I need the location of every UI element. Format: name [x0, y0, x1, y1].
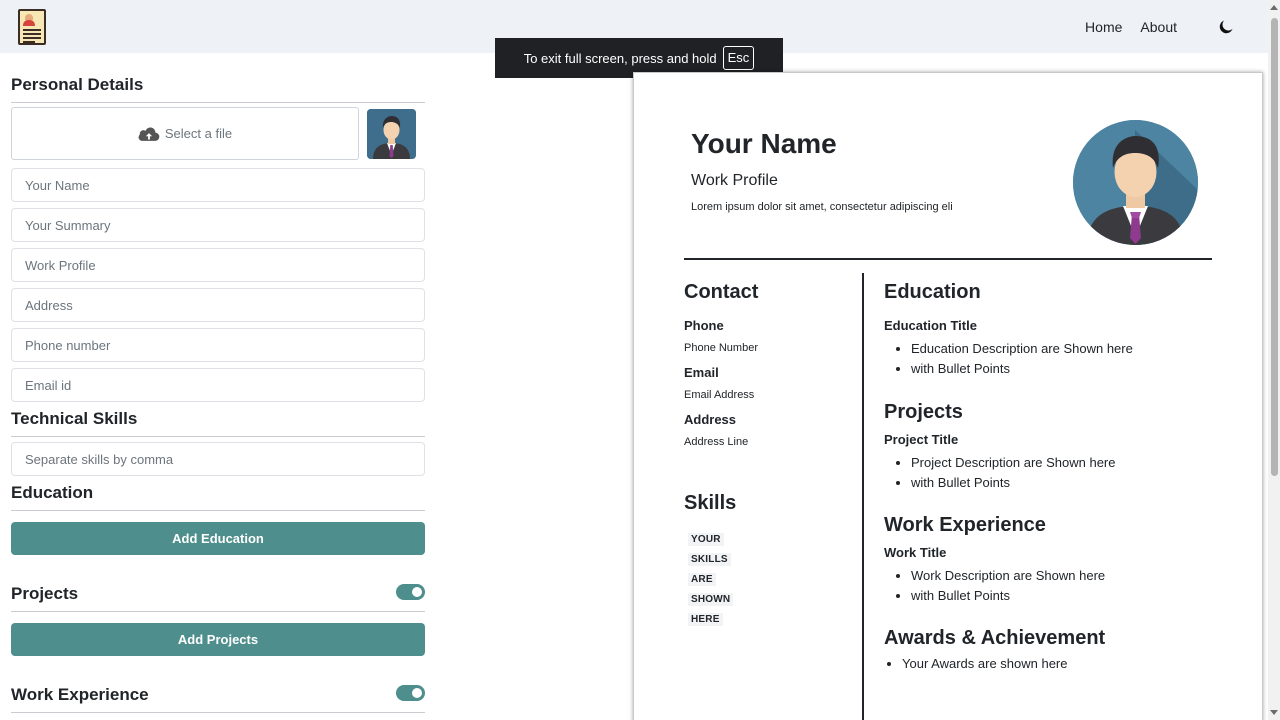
nav-links: Home About	[1085, 19, 1233, 35]
phone-label: Phone	[684, 318, 724, 333]
project-item-title: Project Title	[884, 432, 959, 447]
fullscreen-notice-text: To exit full screen, press and hold	[523, 50, 717, 66]
resume-preview: Your Name Work Profile Lorem ipsum dolor…	[633, 72, 1263, 720]
address-label: Address	[684, 412, 737, 427]
personal-details-title: Personal Details	[11, 75, 425, 103]
skill-tag: SHOWN	[688, 593, 734, 606]
add-projects-button[interactable]: Add Projects	[11, 623, 425, 656]
email-input[interactable]	[11, 368, 425, 402]
esc-key-badge: Esc	[722, 46, 755, 70]
education-title: Education	[11, 483, 425, 511]
skills-input[interactable]	[11, 442, 425, 476]
scroll-up-arrow-icon[interactable]	[1270, 5, 1278, 10]
work-item-title: Work Title	[884, 545, 947, 560]
scrollbar-thumb[interactable]	[1271, 18, 1278, 476]
list-item: Education Description are Shown here	[911, 339, 1133, 359]
nav-link-about[interactable]: About	[1140, 19, 1177, 35]
skill-tag: YOUR	[688, 533, 724, 546]
resume-header-divider	[684, 258, 1212, 260]
list-item: Your Awards are shown here	[902, 654, 1068, 674]
project-bullets: Project Description are Shown here with …	[884, 453, 1116, 493]
file-select-label: Select a file	[164, 126, 233, 141]
name-input[interactable]	[11, 168, 425, 202]
phone-input[interactable]	[11, 328, 425, 362]
work-experience-toggle[interactable]	[396, 685, 425, 701]
email-value: Email Address	[684, 389, 755, 401]
address-value: Address Line	[684, 436, 749, 448]
resume-profile-photo	[1073, 120, 1198, 245]
email-label: Email	[684, 365, 719, 380]
phone-value: Phone Number	[684, 342, 758, 354]
resume-logo-icon[interactable]	[18, 9, 46, 45]
technical-skills-title: Technical Skills	[11, 409, 425, 437]
list-item: Work Description are Shown here	[911, 566, 1105, 586]
projects-title: Projects	[11, 584, 425, 612]
page-scrollbar[interactable]	[1268, 0, 1280, 720]
skills-title: Skills	[684, 492, 737, 514]
list-item: with Bullet Points	[911, 586, 1105, 606]
contact-title: Contact	[684, 281, 759, 303]
awards-section-title: Awards & Achievement	[884, 627, 1106, 649]
cloud-upload-icon	[138, 126, 160, 141]
list-item: with Bullet Points	[911, 359, 1133, 379]
file-select-button[interactable]: Select a file	[11, 107, 359, 160]
projects-section-title: Projects	[884, 401, 963, 423]
resume-name: Your Name	[691, 128, 837, 159]
address-input[interactable]	[11, 288, 425, 322]
work-bullets: Work Description are Shown here with Bul…	[884, 566, 1105, 606]
skill-tag: SKILLS	[688, 553, 731, 566]
resume-summary: Lorem ipsum dolor sit amet, consectetur …	[691, 201, 953, 213]
nav-link-home[interactable]: Home	[1085, 19, 1122, 35]
education-bullets: Education Description are Shown here wit…	[884, 339, 1133, 379]
add-education-button[interactable]: Add Education	[11, 522, 425, 555]
education-section-title: Education	[884, 281, 981, 303]
resume-work-profile: Work Profile	[691, 172, 778, 189]
summary-input[interactable]	[11, 208, 425, 242]
avatar-thumbnail	[367, 109, 416, 159]
resume-column-divider	[862, 273, 864, 720]
awards-bullets: Your Awards are shown here	[884, 654, 1068, 674]
work-experience-section-title: Work Experience	[884, 514, 1046, 536]
list-item: with Bullet Points	[911, 473, 1116, 493]
projects-toggle[interactable]	[396, 584, 425, 600]
list-item: Project Description are Shown here	[911, 453, 1116, 473]
moon-icon[interactable]	[1219, 20, 1233, 34]
work-experience-title: Work Experience	[11, 685, 425, 713]
scroll-down-arrow-icon[interactable]	[1270, 710, 1278, 715]
skill-tag: ARE	[688, 573, 716, 586]
skill-tag: HERE	[688, 613, 723, 626]
education-item-title: Education Title	[884, 318, 977, 333]
work-profile-input[interactable]	[11, 248, 425, 282]
